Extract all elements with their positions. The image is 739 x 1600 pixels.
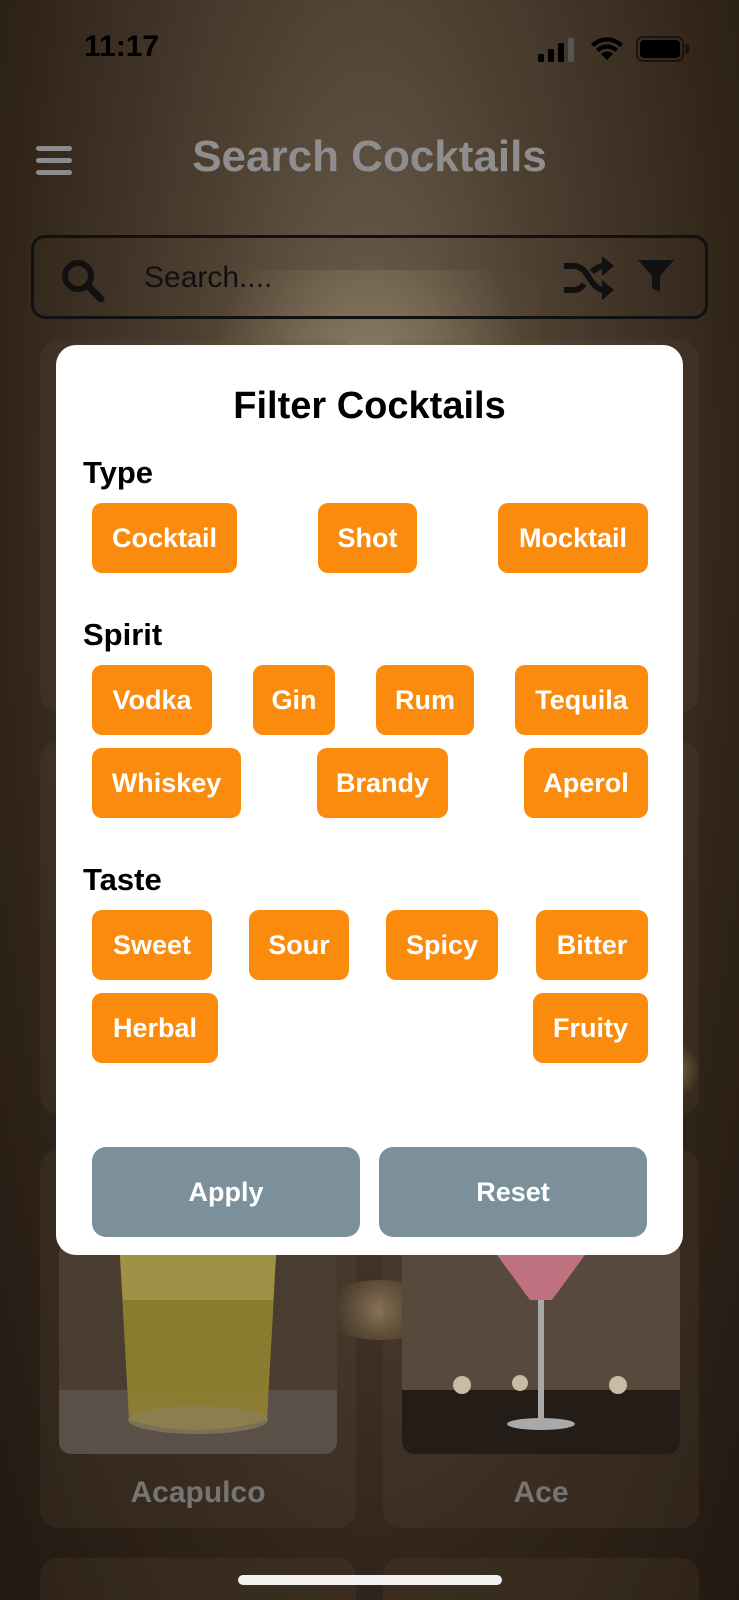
chip-sweet[interactable]: Sweet [92,910,212,980]
chip-sour[interactable]: Sour [249,910,349,980]
chip-cocktail[interactable]: Cocktail [92,503,237,573]
chip-fruity[interactable]: Fruity [533,993,648,1063]
chip-shot[interactable]: Shot [318,503,417,573]
shuffle-icon[interactable] [562,254,614,302]
section-title-taste: Taste [83,862,162,897]
apply-button[interactable]: Apply [92,1147,360,1237]
filter-modal: Filter Cocktails Type Cocktail Shot Mock… [56,345,683,1255]
chip-vodka[interactable]: Vodka [92,665,212,735]
chip-brandy[interactable]: Brandy [317,748,448,818]
status-time: 11:17 [84,30,160,63]
search-bar [31,235,708,319]
modal-title: Filter Cocktails [233,385,506,427]
chip-whiskey[interactable]: Whiskey [92,748,241,818]
section-title-spirit: Spirit [83,617,163,652]
chip-spicy[interactable]: Spicy [386,910,498,980]
chip-herbal[interactable]: Herbal [92,993,218,1063]
home-indicator[interactable] [238,1575,502,1585]
status-bar: 11:17 [0,0,739,100]
page-title: Search Cocktails [192,132,547,181]
cellular-signal-icon [538,38,574,62]
chip-tequila[interactable]: Tequila [515,665,648,735]
battery-icon [636,36,689,62]
chip-mocktail[interactable]: Mocktail [498,503,648,573]
search-icon[interactable] [58,256,106,304]
chip-bitter[interactable]: Bitter [536,910,648,980]
chip-aperol[interactable]: Aperol [524,748,648,818]
chip-gin[interactable]: Gin [253,665,335,735]
chip-rum[interactable]: Rum [376,665,474,735]
search-input[interactable] [144,256,524,300]
filter-icon[interactable] [636,256,676,296]
section-title-type: Type [83,455,154,490]
wifi-icon [591,37,623,60]
reset-button[interactable]: Reset [379,1147,647,1237]
